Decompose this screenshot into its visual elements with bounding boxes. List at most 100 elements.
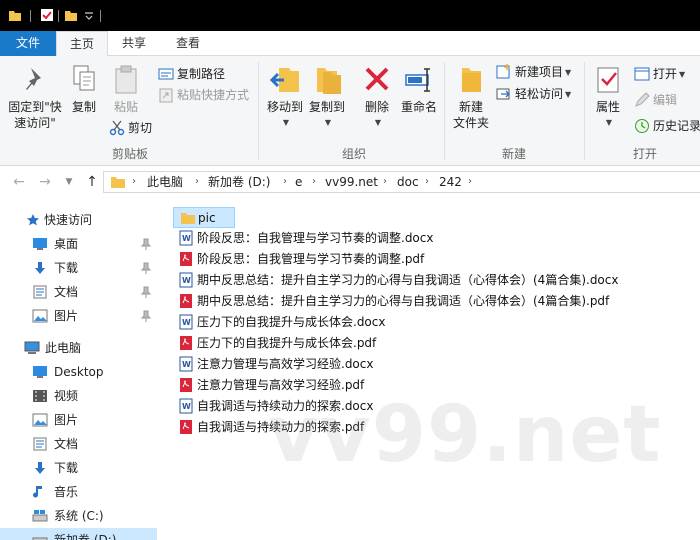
download-arrow-icon <box>35 462 45 474</box>
sidebar-item-pc-pictures[interactable]: 图片 <box>0 408 157 432</box>
copy-to-button[interactable]: 复制到 ▼ <box>306 64 348 131</box>
list-item-folder-pic[interactable]: pic <box>173 207 235 228</box>
up-arrow-icon[interactable]: ↑ <box>83 173 101 191</box>
paste-button[interactable]: 粘贴 <box>106 64 146 115</box>
back-arrow-icon[interactable]: ← <box>10 173 28 191</box>
history-button[interactable]: 历史记录 <box>634 116 700 136</box>
new-folder-icon <box>462 68 481 92</box>
open-group-label: 打开 <box>632 147 657 161</box>
sidebar-item-pc-desktop[interactable]: Desktop <box>0 360 157 384</box>
word-document-icon: W <box>179 398 193 414</box>
sidebar-item-music[interactable]: 音乐 <box>0 480 157 504</box>
pin-icon <box>26 68 41 90</box>
clipboard-group-label: 剪贴板 <box>111 147 148 161</box>
pdf-document-icon <box>180 252 192 266</box>
chevron-down-icon: ▼ <box>565 68 572 77</box>
tab-share[interactable]: 共享 <box>110 31 158 56</box>
svg-text:W: W <box>182 234 191 243</box>
scissors-icon <box>109 120 125 136</box>
word-document-icon: W <box>179 230 193 246</box>
forward-arrow-icon[interactable]: → <box>36 173 54 191</box>
breadcrumb-separator-icon[interactable]: › <box>283 172 287 192</box>
breadcrumb-separator-icon[interactable]: › <box>468 172 472 192</box>
delete-x-icon <box>365 67 389 91</box>
paste-shortcut-icon <box>159 88 173 103</box>
customize-toolbar-icon[interactable] <box>84 8 94 22</box>
breadcrumb-separator-icon[interactable]: › <box>195 172 199 192</box>
tab-view[interactable]: 查看 <box>160 31 216 56</box>
pin-icon[interactable] <box>141 238 151 250</box>
breadcrumb-242[interactable]: 242 <box>439 172 462 192</box>
new-folder-button[interactable]: 新建 文件夹 <box>450 64 492 131</box>
edit-icon <box>635 92 650 107</box>
paste-shortcut-button[interactable]: 粘贴快捷方式 <box>158 85 249 105</box>
easy-access-icon <box>496 88 510 100</box>
desktop-icon <box>33 366 47 378</box>
file-list: pic W 阶段反思：自我管理与学习节奏的调整.docx 阶段反思：自我管理与学… <box>157 197 700 540</box>
pictures-icon <box>32 309 48 323</box>
breadcrumb-separator-icon[interactable]: › <box>425 172 429 192</box>
open-button[interactable]: 打开 ▼ <box>634 64 685 84</box>
computer-icon <box>24 341 40 354</box>
tab-file[interactable]: 文件 <box>0 31 56 56</box>
address-bar[interactable]: › 此电脑 › 新加卷 (D:) › e › vv99.net › doc › … <box>103 171 700 193</box>
easy-access-button[interactable]: 轻松访问 ▼ <box>496 84 571 104</box>
desktop-icon <box>33 238 47 250</box>
organize-group-label: 组织 <box>341 147 366 161</box>
new-item-icon <box>496 64 510 79</box>
sidebar-item-downloads[interactable]: 下载 <box>0 256 157 280</box>
breadcrumb-vv99[interactable]: vv99.net <box>325 172 378 192</box>
documents-icon <box>33 285 47 299</box>
pdf-document-icon <box>180 420 192 434</box>
delete-button[interactable]: 删除 ▼ <box>360 64 394 131</box>
pin-quick-access-button[interactable]: 固定到"快 速访问" <box>4 64 66 131</box>
sidebar-item-desktop[interactable]: 桌面 <box>0 232 157 256</box>
navigation-pane: 快速访问 桌面 下载 文档 图片 此电脑 Desktop 视频 图片 文档 下载… <box>0 197 157 540</box>
new-folder-icon[interactable] <box>64 8 78 22</box>
chevron-down-icon: ▼ <box>324 118 332 127</box>
svg-text:W: W <box>182 318 191 327</box>
properties-check-icon[interactable] <box>40 8 54 22</box>
sidebar-item-this-pc[interactable]: 此电脑 <box>0 336 157 360</box>
star-icon <box>27 214 39 226</box>
pin-icon[interactable] <box>141 310 151 322</box>
sidebar-item-pc-documents[interactable]: 文档 <box>0 432 157 456</box>
cut-button[interactable]: 剪切 <box>109 118 152 138</box>
move-to-button[interactable]: 移动到 ▼ <box>264 64 306 131</box>
sidebar-item-drive-d[interactable]: 新加卷 (D:) <box>0 528 157 540</box>
pin-icon[interactable] <box>141 262 151 274</box>
breadcrumb-drive-d[interactable]: 新加卷 (D:) <box>208 172 270 192</box>
breadcrumb-separator-icon[interactable]: › <box>312 172 316 192</box>
download-arrow-icon <box>35 262 45 274</box>
folder-icon <box>181 213 195 224</box>
svg-text:W: W <box>182 276 191 285</box>
sidebar-item-pictures[interactable]: 图片 <box>0 304 157 328</box>
breadcrumb-this-pc[interactable]: 此电脑 <box>147 172 183 192</box>
tab-home[interactable]: 主页 <box>56 31 108 57</box>
sidebar-item-videos[interactable]: 视频 <box>0 384 157 408</box>
breadcrumb-e[interactable]: e <box>295 172 302 192</box>
breadcrumb-doc[interactable]: doc <box>397 172 419 192</box>
rename-button[interactable]: 重命名 <box>398 64 440 115</box>
folder-icon <box>9 11 21 21</box>
properties-button[interactable]: 属性 ▼ <box>590 64 626 131</box>
sidebar-item-drive-c[interactable]: 系统 (C:) <box>0 504 157 528</box>
move-to-icon <box>269 68 299 92</box>
copy-button[interactable]: 复制 <box>66 64 102 115</box>
pdf-document-icon <box>180 336 192 350</box>
new-item-button[interactable]: 新建项目 ▼ <box>496 62 571 82</box>
pdf-document-icon <box>180 294 192 308</box>
sidebar-item-pc-downloads[interactable]: 下载 <box>0 456 157 480</box>
title-bar <box>0 0 700 31</box>
word-document-icon: W <box>179 356 193 372</box>
sidebar-item-documents[interactable]: 文档 <box>0 280 157 304</box>
paste-icon <box>115 65 137 94</box>
breadcrumb-separator-icon[interactable]: › <box>132 172 136 192</box>
edit-button[interactable]: 编辑 <box>634 90 677 110</box>
pin-icon[interactable] <box>141 286 151 298</box>
sidebar-item-quick-access[interactable]: 快速访问 <box>0 208 157 232</box>
recent-locations-chevron-icon[interactable]: ▼ <box>60 173 78 191</box>
breadcrumb-separator-icon[interactable]: › <box>383 172 387 192</box>
copy-path-button[interactable]: 复制路径 <box>158 64 225 84</box>
documents-icon <box>33 437 47 451</box>
